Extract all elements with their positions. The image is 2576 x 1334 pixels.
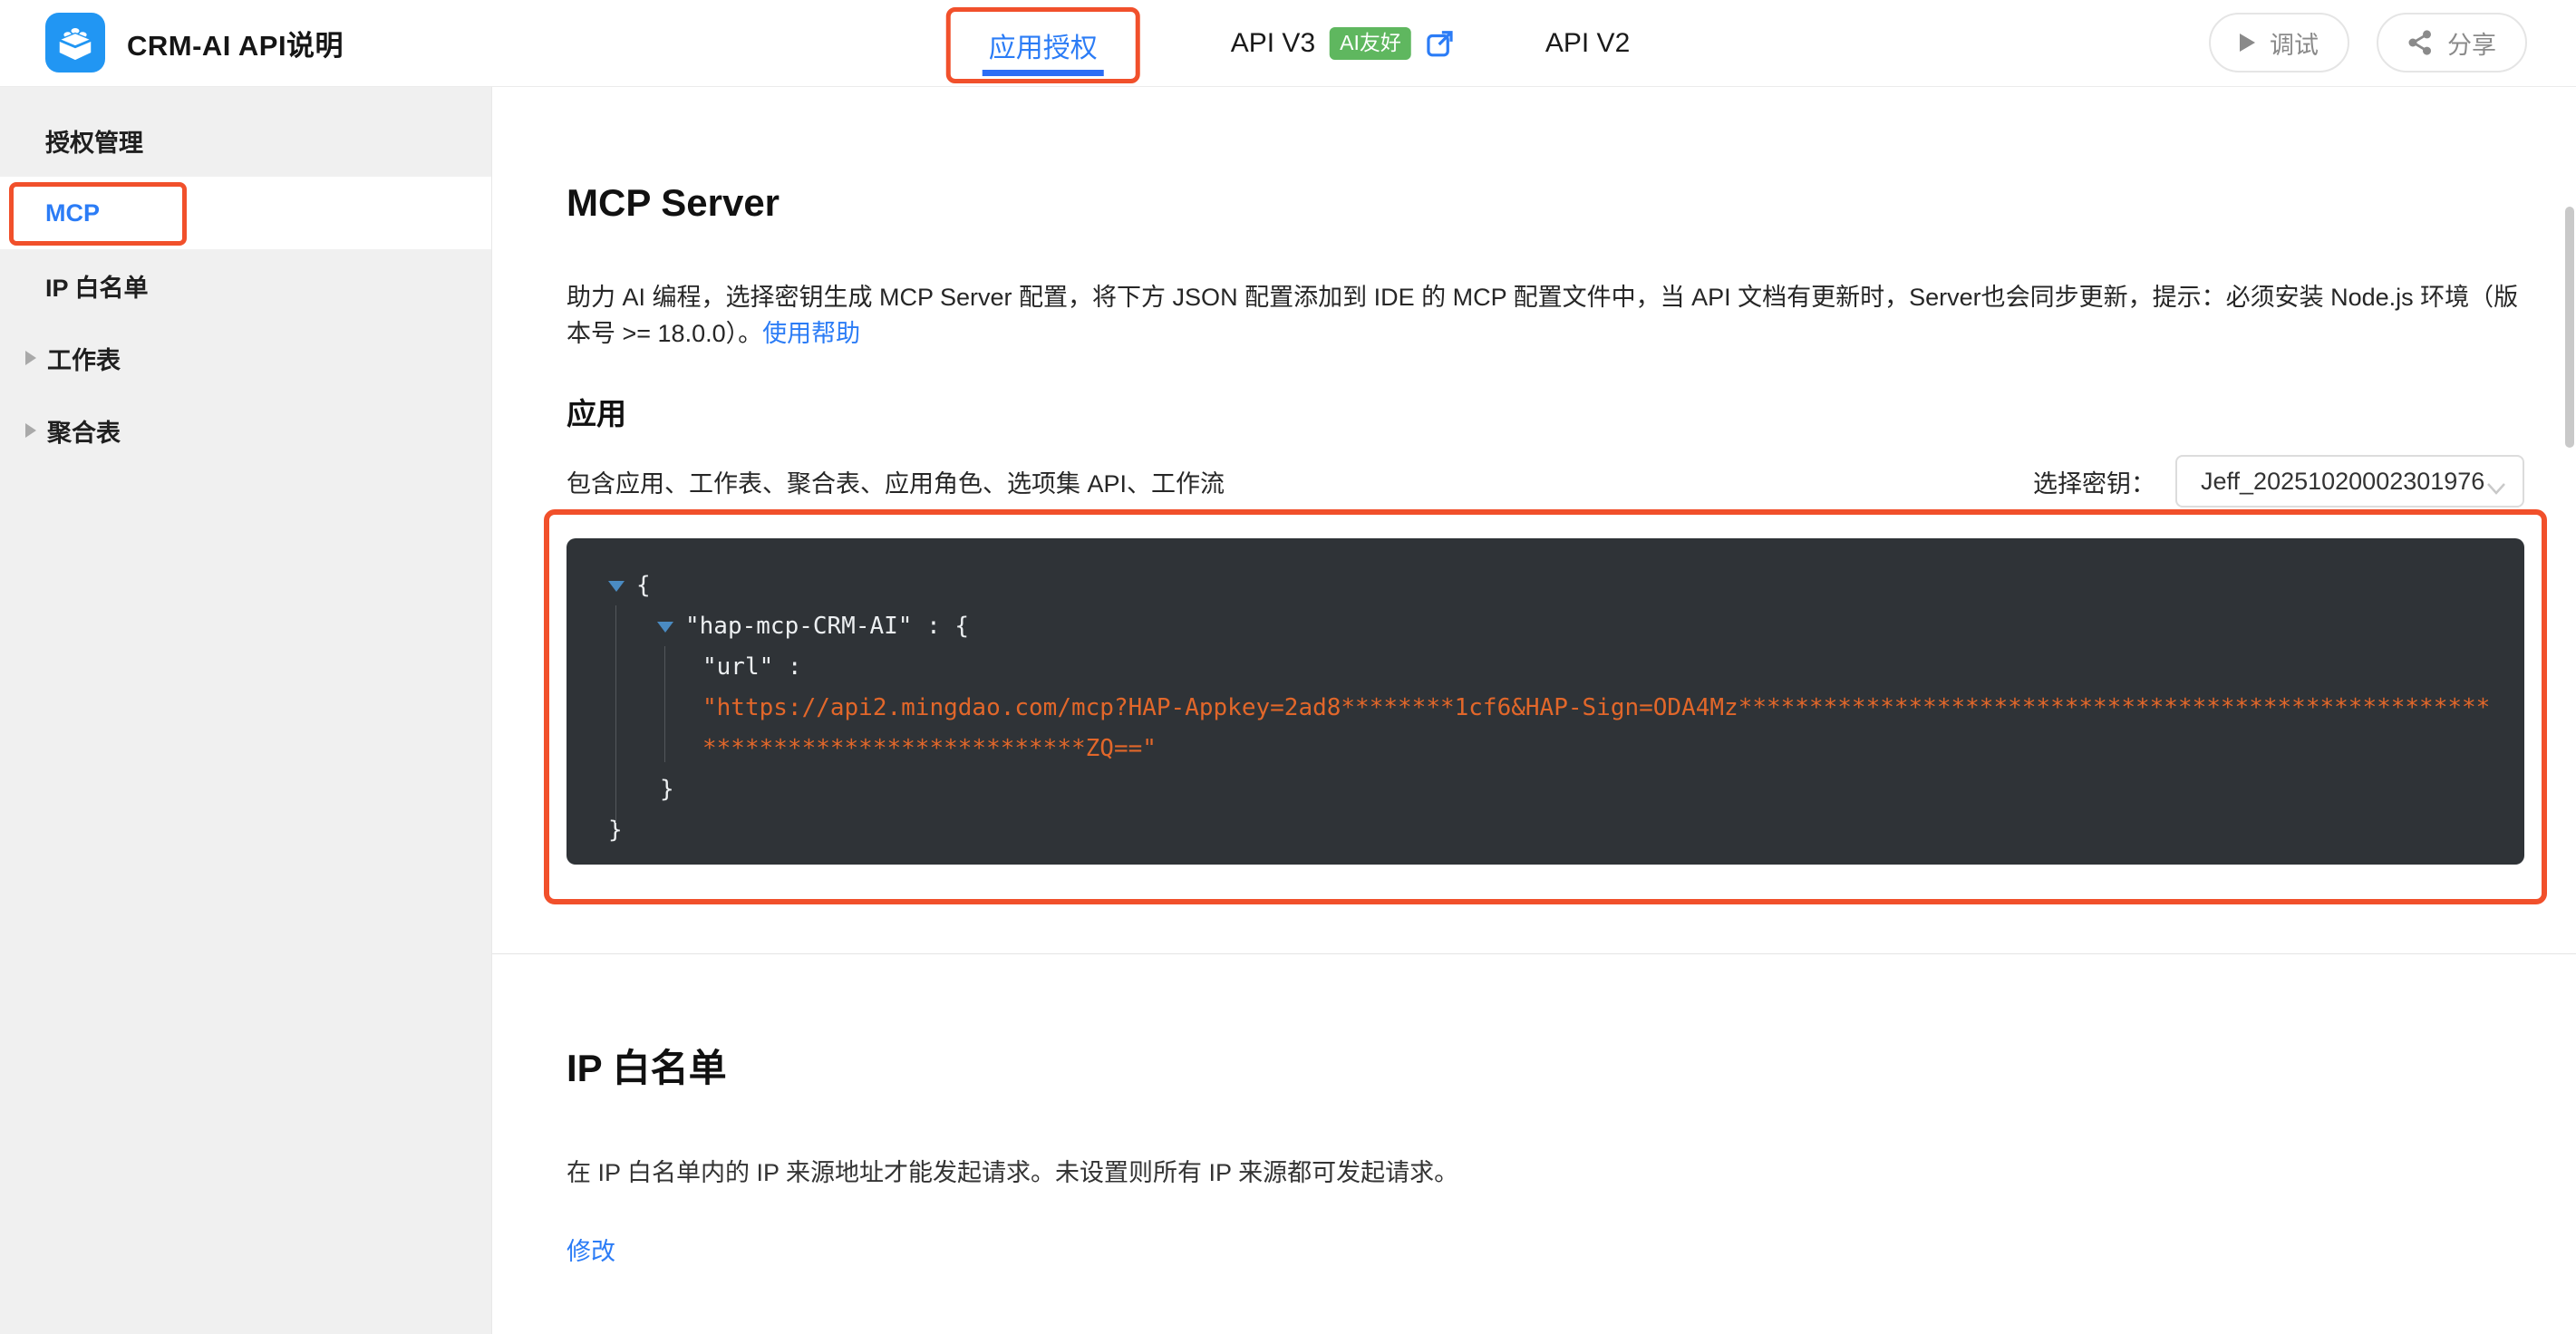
active-tab-underline [983, 70, 1104, 76]
ai-friendly-badge: AI友好 [1330, 27, 1411, 59]
key-select-label: 选择密钥： [2033, 464, 2155, 499]
app-header: CRM-AI API说明 应用授权 API V3 AI友好 API V2 调试 [0, 0, 2576, 87]
json-close-outer: } [608, 810, 2503, 851]
sidebar-item-worksheets[interactable]: 工作表 [0, 322, 491, 394]
json-url-key: "url" : [608, 647, 2503, 688]
brick-icon [54, 22, 96, 63]
debug-button-label: 调试 [2270, 25, 2319, 61]
json-url-value: "https://api2.mingdao.com/mcp?HAP-Appkey… [702, 688, 2503, 769]
header-actions: 调试 分享 [2209, 13, 2527, 72]
indent-guide [615, 605, 616, 823]
help-link[interactable]: 使用帮助 [762, 320, 860, 347]
sidebar-item-aggregate-tables[interactable]: 聚合表 [0, 394, 491, 467]
app-scope-text: 包含应用、工作表、聚合表、应用角色、选项集 API、工作流 [567, 464, 1225, 499]
sidebar-item-label: IP 白名单 [45, 268, 149, 304]
vertical-scrollbar[interactable] [2565, 207, 2574, 448]
main-content: MCP Server 助力 AI 编程，选择密钥生成 MCP Server 配置… [492, 87, 2576, 1334]
tab-api-v3[interactable]: API V3 AI友好 [1231, 27, 1455, 59]
play-icon [2240, 34, 2255, 52]
share-button-label: 分享 [2447, 25, 2496, 61]
collapse-arrow-icon[interactable] [608, 581, 625, 592]
page-title: CRM-AI API说明 [127, 23, 344, 63]
section-divider [492, 953, 2576, 954]
sidebar-item-ip-whitelist[interactable]: IP 白名单 [0, 249, 491, 322]
top-tabs: 应用授权 API V3 AI友好 API V2 [946, 0, 1631, 87]
sidebar-item-label: 授权管理 [45, 123, 143, 159]
json-key-line: "hap-mcp-CRM-AI" : { [608, 606, 2503, 647]
caret-right-icon [25, 423, 36, 438]
json-tree: { "hap-mcp-CRM-AI" : { "url" : "https://… [608, 566, 2503, 851]
json-url-value-row: "https://api2.mingdao.com/mcp?HAP-Appkey… [608, 688, 2503, 769]
json-key-text: "hap-mcp-CRM-AI" : { [685, 606, 969, 647]
chevron-down-icon [2486, 475, 2506, 503]
json-close-inner: } [608, 769, 2503, 810]
debug-button[interactable]: 调试 [2209, 13, 2349, 72]
json-root-open: { [608, 566, 2503, 606]
edit-link[interactable]: 修改 [567, 1232, 615, 1267]
app-scope-row: 包含应用、工作表、聚合表、应用角色、选项集 API、工作流 选择密钥： Jeff… [567, 455, 2524, 508]
key-picker: 选择密钥： Jeff_20251020002301976 [2033, 455, 2524, 508]
mcp-config-code-block[interactable]: { "hap-mcp-CRM-AI" : { "url" : "https://… [567, 538, 2524, 865]
tab-app-auth-annotation: 应用授权 [946, 7, 1140, 83]
tab-app-auth[interactable]: 应用授权 [989, 25, 1098, 65]
app-section-heading: 应用 [567, 390, 2524, 433]
share-button[interactable]: 分享 [2377, 13, 2527, 72]
caret-right-icon [25, 351, 36, 365]
app-logo-icon [45, 13, 105, 72]
brand: CRM-AI API说明 [45, 13, 344, 72]
indent-guide [664, 646, 665, 762]
sidebar: 授权管理 MCP IP 白名单 工作表 聚合表 [0, 87, 492, 1334]
sidebar-item-label: MCP [45, 199, 100, 227]
code-annotation-box: { "hap-mcp-CRM-AI" : { "url" : "https://… [544, 509, 2547, 904]
sidebar-item-mcp[interactable]: MCP [0, 177, 491, 249]
tab-api-v3-label: API V3 [1231, 28, 1315, 59]
key-select[interactable]: Jeff_20251020002301976 [2175, 455, 2524, 508]
mcp-description: 助力 AI 编程，选择密钥生成 MCP Server 配置，将下方 JSON 配… [567, 279, 2524, 352]
sidebar-item-label: 聚合表 [47, 413, 121, 449]
tab-api-v2-label: API V2 [1545, 28, 1630, 59]
sidebar-item-label: 工作表 [47, 341, 121, 376]
json-open-brace: { [636, 566, 651, 606]
json-url-key-text: "url" : [702, 647, 802, 688]
mcp-server-heading: MCP Server [567, 181, 2524, 225]
key-select-value: Jeff_20251020002301976 [2201, 468, 2484, 496]
sidebar-item-auth-management[interactable]: 授权管理 [0, 104, 491, 177]
collapse-arrow-icon[interactable] [657, 622, 673, 633]
external-link-icon [1426, 29, 1455, 58]
tab-api-v2[interactable]: API V2 [1545, 28, 1630, 59]
ip-whitelist-description: 在 IP 白名单内的 IP 来源地址才能发起请求。未设置则所有 IP 来源都可发… [567, 1153, 2524, 1188]
ip-whitelist-heading: IP 白名单 [567, 1038, 2524, 1093]
share-icon [2407, 29, 2433, 56]
